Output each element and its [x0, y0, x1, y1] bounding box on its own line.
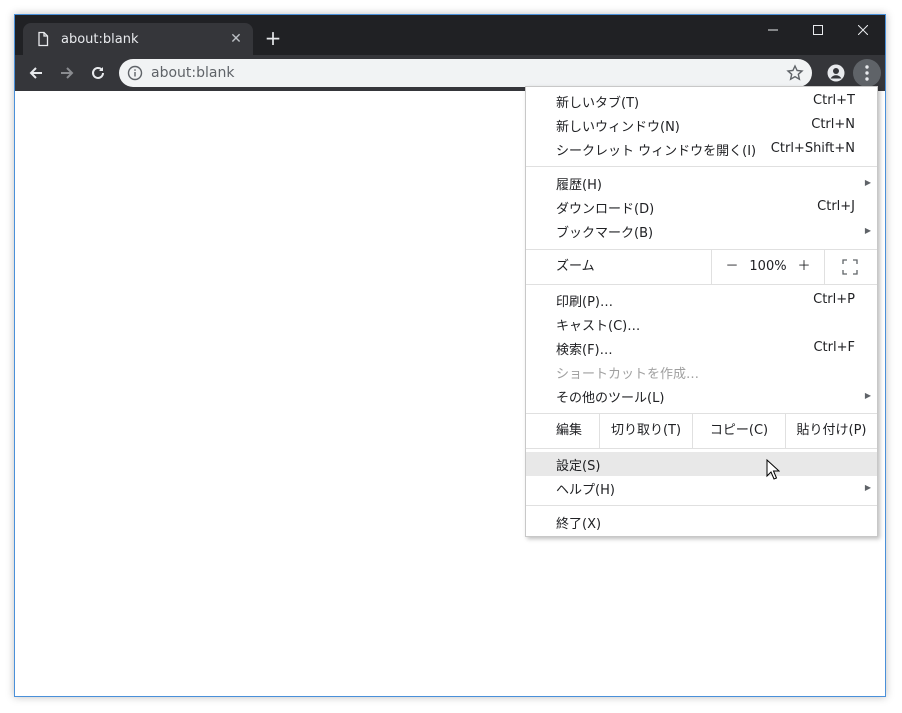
menu-item-settings[interactable]: 設定(S) — [526, 452, 877, 476]
minimize-icon — [767, 29, 778, 31]
menu-item-label: ブックマーク(B) — [556, 225, 654, 241]
cut-button[interactable]: 切り取り(T) — [600, 414, 692, 448]
menu-item-new-tab[interactable]: 新しいタブ(T) Ctrl+T — [526, 89, 877, 113]
menu-item-label: その他のツール(L) — [556, 390, 665, 406]
minimize-button[interactable] — [750, 15, 795, 45]
paste-button[interactable]: 貼り付け(P) — [786, 414, 877, 448]
edit-label: 編集 — [556, 423, 583, 438]
bookmark-star-icon[interactable] — [786, 64, 804, 82]
menu-item-label: 履歴(H) — [556, 177, 602, 193]
menu-item-exit[interactable]: 終了(X) — [526, 510, 877, 534]
zoom-level: 100% — [749, 259, 787, 274]
info-icon[interactable] — [127, 65, 143, 81]
url-text[interactable]: about:blank — [151, 65, 786, 81]
menu-item-print[interactable]: 印刷(P)… Ctrl+P — [526, 288, 877, 312]
page-icon — [38, 31, 49, 47]
menu-button[interactable] — [853, 59, 881, 87]
menu-item-history[interactable]: 履歴(H) ▶ — [526, 171, 877, 195]
menu-item-shortcut: Ctrl+T — [813, 93, 855, 108]
copy-button[interactable]: コピー(C) — [693, 414, 785, 448]
submenu-arrow-icon: ▶ — [864, 226, 871, 235]
menu-item-label: 終了(X) — [556, 516, 602, 532]
menu-separator — [526, 166, 877, 167]
app-menu: 新しいタブ(T) Ctrl+T 新しいウィンドウ(N) Ctrl+N シークレッ… — [525, 86, 878, 537]
zoom-in-button[interactable]: ＋ — [794, 250, 814, 284]
address-bar[interactable]: about:blank — [119, 59, 812, 87]
menu-item-downloads[interactable]: ダウンロード(D) Ctrl+J — [526, 195, 877, 219]
maximize-button[interactable] — [795, 15, 840, 45]
profile-button[interactable] — [823, 60, 849, 86]
menu-item-shortcut: Ctrl+Shift+N — [770, 141, 855, 156]
menu-item-bookmarks[interactable]: ブックマーク(B) ▶ — [526, 219, 877, 243]
tab-close-icon[interactable]: ✕ — [227, 31, 245, 47]
divider — [824, 250, 825, 284]
window-controls — [750, 15, 885, 45]
menu-item-help[interactable]: ヘルプ(H) ▶ — [526, 476, 877, 500]
menu-item-label: ショートカットを作成… — [556, 366, 700, 382]
title-bar: about:blank ✕ + — [15, 15, 885, 55]
mouse-cursor-icon — [766, 459, 780, 480]
menu-item-label: ヘルプ(H) — [556, 482, 615, 498]
menu-item-create-shortcut: ショートカットを作成… — [526, 360, 877, 384]
forward-arrow-icon — [61, 67, 74, 79]
reload-icon — [92, 66, 104, 79]
menu-item-more-tools[interactable]: その他のツール(L) ▶ — [526, 384, 877, 408]
edit-row: 編集 切り取り(T) コピー(C) 貼り付け(P) — [526, 414, 877, 448]
close-window-button[interactable] — [840, 15, 885, 45]
menu-item-new-window[interactable]: 新しいウィンドウ(N) Ctrl+N — [526, 113, 877, 137]
submenu-arrow-icon: ▶ — [864, 483, 871, 492]
menu-item-incognito[interactable]: シークレット ウィンドウを開く(I) Ctrl+Shift+N — [526, 137, 877, 161]
fullscreen-icon[interactable] — [842, 259, 858, 275]
menu-item-shortcut: Ctrl+J — [817, 199, 855, 214]
menu-item-shortcut: Ctrl+P — [813, 292, 855, 307]
kebab-menu-icon — [865, 65, 869, 81]
menu-item-label: キャスト(C)… — [556, 318, 641, 334]
back-button[interactable] — [23, 60, 49, 86]
menu-item-shortcut: Ctrl+N — [811, 117, 855, 132]
menu-separator — [526, 448, 877, 449]
new-tab-button[interactable]: + — [261, 27, 285, 49]
zoom-row: ズーム － 100% ＋ — [526, 250, 877, 284]
reload-button[interactable] — [85, 60, 111, 86]
forward-button[interactable] — [54, 60, 80, 86]
tab-about-blank[interactable]: about:blank ✕ — [23, 23, 253, 55]
menu-separator — [526, 284, 877, 285]
divider — [711, 250, 712, 284]
menu-item-cast[interactable]: キャスト(C)… — [526, 312, 877, 336]
close-icon — [857, 25, 868, 35]
tab-title: about:blank — [61, 31, 139, 47]
back-arrow-icon — [29, 67, 42, 79]
maximize-icon — [812, 25, 823, 35]
submenu-arrow-icon: ▶ — [864, 391, 871, 400]
zoom-out-button[interactable]: － — [722, 250, 742, 284]
menu-item-shortcut: Ctrl+F — [813, 340, 855, 355]
menu-item-find[interactable]: 検索(F)… Ctrl+F — [526, 336, 877, 360]
account-icon — [827, 64, 845, 82]
menu-separator — [526, 505, 877, 506]
menu-item-label: 設定(S) — [556, 458, 601, 474]
submenu-arrow-icon: ▶ — [864, 178, 871, 187]
zoom-label: ズーム — [556, 259, 595, 274]
